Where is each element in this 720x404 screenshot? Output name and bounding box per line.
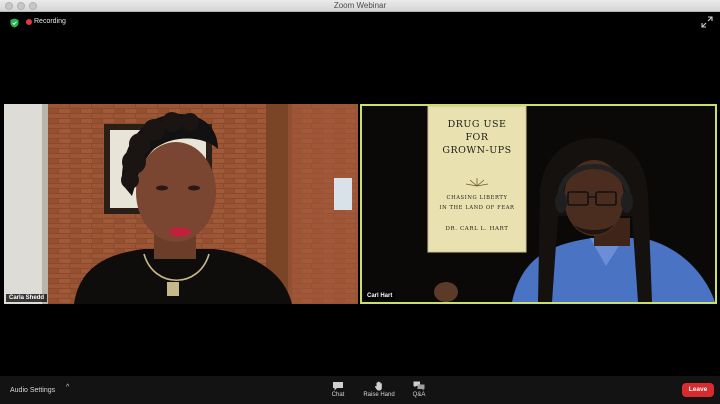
qa-icon: [413, 381, 425, 391]
book-cover-text: DRUG USE FOR GROWN-UPS CHASING LIBERTY I…: [430, 118, 524, 232]
window-title: Zoom Webinar: [333, 1, 387, 10]
recording-dot-icon: [26, 19, 32, 25]
book-subtitle-line: IN THE LAND OF FEAR: [439, 205, 515, 211]
participant-video-feed: [4, 104, 358, 304]
meeting-toolbar: Audio Settings ^ Chat Raise Hand Q&A Lea…: [0, 376, 720, 404]
chat-label: Chat: [331, 392, 345, 398]
book-title-line: DRUG USE: [447, 119, 507, 130]
book-title-line: GROWN-UPS: [442, 145, 512, 156]
participant-name-tag: Carla Shedd: [6, 294, 48, 302]
raise-hand-label: Raise Hand: [363, 392, 395, 398]
chat-button[interactable]: Chat: [316, 379, 360, 403]
audio-settings-button[interactable]: Audio Settings: [10, 386, 55, 395]
book-subtitle-line: CHASING LIBERTY: [446, 195, 508, 201]
book-title-line: FOR: [465, 132, 489, 143]
audio-settings-caret-icon[interactable]: ^: [66, 384, 69, 391]
shield-icon[interactable]: [10, 18, 19, 28]
participant-video-feed: [362, 106, 715, 302]
book-author: DR. CARL L. HART: [445, 226, 509, 232]
window-titlebar: Zoom Webinar: [0, 0, 720, 12]
chat-icon: [333, 382, 343, 391]
leave-button[interactable]: Leave: [682, 383, 714, 397]
qa-button[interactable]: Q&A: [397, 379, 441, 403]
video-tile-carl-hart[interactable]: DRUG USE FOR GROWN-UPS CHASING LIBERTY I…: [360, 104, 717, 304]
raise-hand-button[interactable]: Raise Hand: [357, 379, 401, 403]
raise-hand-icon: [375, 381, 382, 391]
fullscreen-icon[interactable]: [701, 16, 713, 28]
recording-label: Recording: [34, 18, 66, 25]
qa-label: Q&A: [412, 392, 426, 398]
participant-name-tag: Carl Hart: [364, 292, 396, 300]
video-tile-carla-shedd[interactable]: Carla Shedd: [4, 104, 358, 304]
